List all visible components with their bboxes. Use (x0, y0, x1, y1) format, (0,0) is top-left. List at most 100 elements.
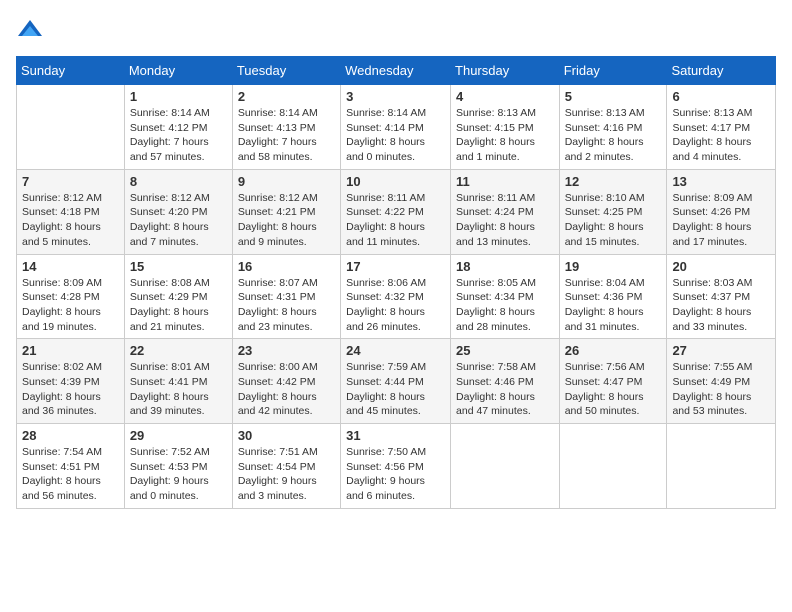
day-number: 11 (456, 174, 554, 189)
day-info: Sunrise: 8:04 AMSunset: 4:36 PMDaylight:… (565, 276, 662, 335)
day-number: 12 (565, 174, 662, 189)
day-number: 27 (672, 343, 770, 358)
day-cell: 29 Sunrise: 7:52 AMSunset: 4:53 PMDayligh… (124, 424, 232, 509)
day-number: 21 (22, 343, 119, 358)
day-cell: 31 Sunrise: 7:50 AMSunset: 4:56 PMDayligh… (341, 424, 451, 509)
day-info: Sunrise: 8:02 AMSunset: 4:39 PMDaylight:… (22, 360, 119, 419)
page-header (16, 16, 776, 44)
day-info: Sunrise: 7:59 AMSunset: 4:44 PMDaylight:… (346, 360, 445, 419)
day-info: Sunrise: 7:58 AMSunset: 4:46 PMDaylight:… (456, 360, 554, 419)
header-day-saturday: Saturday (667, 57, 776, 85)
day-info: Sunrise: 8:00 AMSunset: 4:42 PMDaylight:… (238, 360, 335, 419)
day-number: 25 (456, 343, 554, 358)
calendar-table: SundayMondayTuesdayWednesdayThursdayFrid… (16, 56, 776, 509)
day-number: 16 (238, 259, 335, 274)
day-cell: 7 Sunrise: 8:12 AMSunset: 4:18 PMDaylight… (17, 169, 125, 254)
day-cell: 10 Sunrise: 8:11 AMSunset: 4:22 PMDayligh… (341, 169, 451, 254)
day-cell (667, 424, 776, 509)
day-info: Sunrise: 8:14 AMSunset: 4:12 PMDaylight:… (130, 106, 227, 165)
day-info: Sunrise: 8:13 AMSunset: 4:15 PMDaylight:… (456, 106, 554, 165)
logo (16, 16, 46, 44)
day-number: 6 (672, 89, 770, 104)
day-info: Sunrise: 7:56 AMSunset: 4:47 PMDaylight:… (565, 360, 662, 419)
day-number: 10 (346, 174, 445, 189)
day-cell: 8 Sunrise: 8:12 AMSunset: 4:20 PMDaylight… (124, 169, 232, 254)
day-info: Sunrise: 8:12 AMSunset: 4:18 PMDaylight:… (22, 191, 119, 250)
day-cell: 16 Sunrise: 8:07 AMSunset: 4:31 PMDayligh… (232, 254, 340, 339)
day-number: 5 (565, 89, 662, 104)
week-row-5: 28 Sunrise: 7:54 AMSunset: 4:51 PMDayligh… (17, 424, 776, 509)
day-cell: 25 Sunrise: 7:58 AMSunset: 4:46 PMDayligh… (451, 339, 560, 424)
day-number: 1 (130, 89, 227, 104)
header-day-monday: Monday (124, 57, 232, 85)
day-number: 28 (22, 428, 119, 443)
day-number: 15 (130, 259, 227, 274)
day-info: Sunrise: 8:05 AMSunset: 4:34 PMDaylight:… (456, 276, 554, 335)
day-cell: 13 Sunrise: 8:09 AMSunset: 4:26 PMDayligh… (667, 169, 776, 254)
day-cell: 4Sunrise: 8:13 AMSunset: 4:15 PMDaylight… (451, 85, 560, 170)
day-number: 8 (130, 174, 227, 189)
day-number: 14 (22, 259, 119, 274)
day-number: 24 (346, 343, 445, 358)
header-day-friday: Friday (559, 57, 667, 85)
day-cell: 1 Sunrise: 8:14 AMSunset: 4:12 PMDaylight… (124, 85, 232, 170)
day-number: 19 (565, 259, 662, 274)
header-day-wednesday: Wednesday (341, 57, 451, 85)
day-cell: 15 Sunrise: 8:08 AMSunset: 4:29 PMDayligh… (124, 254, 232, 339)
day-number: 29 (130, 428, 227, 443)
day-info: Sunrise: 8:03 AMSunset: 4:37 PMDaylight:… (672, 276, 770, 335)
day-number: 2 (238, 89, 335, 104)
day-number: 13 (672, 174, 770, 189)
day-cell: 21 Sunrise: 8:02 AMSunset: 4:39 PMDayligh… (17, 339, 125, 424)
day-info: Sunrise: 8:08 AMSunset: 4:29 PMDaylight:… (130, 276, 227, 335)
day-info: Sunrise: 7:52 AMSunset: 4:53 PMDaylight:… (130, 445, 227, 504)
day-cell: 22 Sunrise: 8:01 AMSunset: 4:41 PMDayligh… (124, 339, 232, 424)
day-number: 26 (565, 343, 662, 358)
day-cell: 27 Sunrise: 7:55 AMSunset: 4:49 PMDayligh… (667, 339, 776, 424)
day-number: 22 (130, 343, 227, 358)
day-cell (17, 85, 125, 170)
day-cell: 11 Sunrise: 8:11 AMSunset: 4:24 PMDayligh… (451, 169, 560, 254)
day-info: Sunrise: 8:07 AMSunset: 4:31 PMDaylight:… (238, 276, 335, 335)
day-info: Sunrise: 8:14 AMSunset: 4:13 PMDaylight:… (238, 106, 335, 165)
day-cell: 12 Sunrise: 8:10 AMSunset: 4:25 PMDayligh… (559, 169, 667, 254)
day-info: Sunrise: 8:13 AMSunset: 4:16 PMDaylight:… (565, 106, 662, 165)
day-number: 30 (238, 428, 335, 443)
day-info: Sunrise: 8:09 AMSunset: 4:28 PMDaylight:… (22, 276, 119, 335)
day-info: Sunrise: 8:12 AMSunset: 4:21 PMDaylight:… (238, 191, 335, 250)
day-info: Sunrise: 7:54 AMSunset: 4:51 PMDaylight:… (22, 445, 119, 504)
day-info: Sunrise: 8:12 AMSunset: 4:20 PMDaylight:… (130, 191, 227, 250)
day-number: 9 (238, 174, 335, 189)
day-info: Sunrise: 8:13 AMSunset: 4:17 PMDaylight:… (672, 106, 770, 165)
day-cell: 2 Sunrise: 8:14 AMSunset: 4:13 PMDaylight… (232, 85, 340, 170)
day-info: Sunrise: 8:14 AMSunset: 4:14 PMDaylight:… (346, 106, 445, 165)
day-cell: 24 Sunrise: 7:59 AMSunset: 4:44 PMDayligh… (341, 339, 451, 424)
day-number: 17 (346, 259, 445, 274)
day-info: Sunrise: 7:50 AMSunset: 4:56 PMDaylight:… (346, 445, 445, 504)
day-info: Sunrise: 7:51 AMSunset: 4:54 PMDaylight:… (238, 445, 335, 504)
day-cell: 30 Sunrise: 7:51 AMSunset: 4:54 PMDayligh… (232, 424, 340, 509)
header-day-tuesday: Tuesday (232, 57, 340, 85)
day-info: Sunrise: 8:10 AMSunset: 4:25 PMDaylight:… (565, 191, 662, 250)
day-number: 7 (22, 174, 119, 189)
day-cell: 14 Sunrise: 8:09 AMSunset: 4:28 PMDayligh… (17, 254, 125, 339)
day-cell: 6 Sunrise: 8:13 AMSunset: 4:17 PMDaylight… (667, 85, 776, 170)
header-day-thursday: Thursday (451, 57, 560, 85)
day-cell: 26 Sunrise: 7:56 AMSunset: 4:47 PMDayligh… (559, 339, 667, 424)
day-info: Sunrise: 8:01 AMSunset: 4:41 PMDaylight:… (130, 360, 227, 419)
day-number: 23 (238, 343, 335, 358)
day-cell: 28 Sunrise: 7:54 AMSunset: 4:51 PMDayligh… (17, 424, 125, 509)
day-cell: 19 Sunrise: 8:04 AMSunset: 4:36 PMDayligh… (559, 254, 667, 339)
day-cell: 9 Sunrise: 8:12 AMSunset: 4:21 PMDaylight… (232, 169, 340, 254)
day-info: Sunrise: 8:11 AMSunset: 4:22 PMDaylight:… (346, 191, 445, 250)
day-info: Sunrise: 8:11 AMSunset: 4:24 PMDaylight:… (456, 191, 554, 250)
week-row-1: 1 Sunrise: 8:14 AMSunset: 4:12 PMDaylight… (17, 85, 776, 170)
day-cell: 5 Sunrise: 8:13 AMSunset: 4:16 PMDaylight… (559, 85, 667, 170)
day-number: 31 (346, 428, 445, 443)
week-row-3: 14 Sunrise: 8:09 AMSunset: 4:28 PMDayligh… (17, 254, 776, 339)
day-number: 20 (672, 259, 770, 274)
day-cell (559, 424, 667, 509)
day-info: Sunrise: 7:55 AMSunset: 4:49 PMDaylight:… (672, 360, 770, 419)
header-day-sunday: Sunday (17, 57, 125, 85)
day-info: Sunrise: 8:09 AMSunset: 4:26 PMDaylight:… (672, 191, 770, 250)
